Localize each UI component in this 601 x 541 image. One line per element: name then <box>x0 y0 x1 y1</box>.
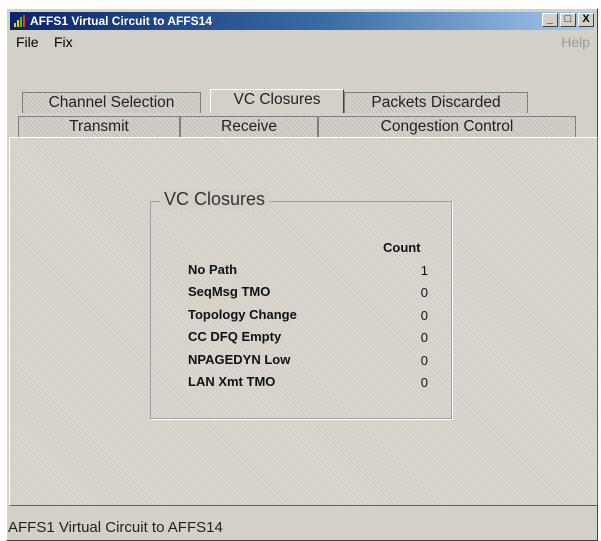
row-count-lan-xmt-tmo: 0 <box>420 375 428 390</box>
menu-file[interactable]: File <box>16 34 39 50</box>
row-count-topology-change: 0 <box>420 308 428 323</box>
status-bar: AFFS1 Virtual Circuit to AFFS14 <box>8 519 223 536</box>
maximize-button[interactable]: □ <box>560 13 576 27</box>
row-count-seqmsg-tmo: 0 <box>420 285 428 300</box>
tab-receive[interactable]: Receive <box>180 116 318 137</box>
menu-help[interactable]: Help <box>561 34 590 50</box>
row-label-topology-change: Topology Change <box>188 307 297 322</box>
row-label-seqmsg-tmo: SeqMsg TMO <box>188 284 271 299</box>
tab-vc-closures[interactable]: VC Closures <box>210 89 344 113</box>
row-count-cc-dfq-empty: 0 <box>420 330 428 345</box>
menu-bar: File Fix Help <box>10 31 594 53</box>
close-button[interactable]: X <box>578 13 594 27</box>
row-count-npagedyn-low: 0 <box>420 353 428 368</box>
count-column-header: Count <box>383 240 421 255</box>
tab-channel-selection[interactable]: Channel Selection <box>22 92 201 113</box>
tab-congestion-control[interactable]: Congestion Control <box>318 116 576 137</box>
row-label-npagedyn-low: NPAGEDYN Low <box>188 352 291 367</box>
row-label-lan-xmt-tmo: LAN Xmt TMO <box>188 374 276 389</box>
title-bar[interactable]: AFFS1 Virtual Circuit to AFFS14 _ □ X <box>10 12 594 30</box>
row-label-cc-dfq-empty: CC DFQ Empty <box>188 329 282 344</box>
row-label-no-path: No Path <box>188 262 238 277</box>
tab-packets-discarded[interactable]: Packets Discarded <box>344 92 528 113</box>
window-controls: _ □ X <box>540 13 594 29</box>
signal-bars-icon <box>14 15 25 27</box>
menu-fix[interactable]: Fix <box>54 34 73 50</box>
tab-transmit[interactable]: Transmit <box>18 116 180 137</box>
row-count-no-path: 1 <box>420 263 428 278</box>
window-title: AFFS1 Virtual Circuit to AFFS14 <box>30 14 213 28</box>
minimize-button[interactable]: _ <box>542 13 558 27</box>
group-title: VC Closures <box>160 189 270 210</box>
